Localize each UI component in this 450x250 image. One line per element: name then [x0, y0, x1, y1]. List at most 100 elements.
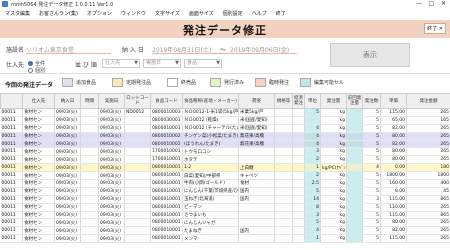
table-row[interactable]: 00011 食材セン 09/03(火) 09/03(火) 0800010001 牛肉(小間… — [0, 179, 450, 188]
table-cell[interactable] — [346, 155, 363, 165]
menu-exit[interactable]: 終了 — [276, 10, 286, 17]
table-cell: 00011 — [0, 147, 23, 157]
radio-all[interactable]: 全件 — [28, 60, 45, 67]
table-row[interactable]: 00011 食材セン 09/03(火) 09/03(火) 1700010001 トウモロコ… — [0, 147, 450, 157]
table-row[interactable]: 00011 食材セン 09/03(火) 09/03(火) 0800010002 チンゲン菜… — [0, 132, 450, 141]
table-cell — [238, 203, 275, 212]
table-cell[interactable] — [346, 132, 363, 141]
table-row[interactable]: 00011 食材セン 09/03(火) 09/03(火) 0800010001 ピーマン 8… — [0, 203, 450, 212]
table-cell[interactable]: 1 — [304, 163, 321, 173]
table-cell[interactable]: 4 — [304, 226, 321, 236]
table-row[interactable]: 00011 食材セン 09/03(火) 09/03(火) 0800010001 ＮＤ001… — [0, 124, 450, 133]
minimize-button[interactable]: — — [416, 0, 422, 8]
col-econ-order[interactable]: 経済発注 — [292, 93, 305, 109]
table-cell[interactable] — [304, 116, 321, 125]
menu-individual-settings[interactable]: 個別設定 — [223, 10, 243, 17]
table-cell — [274, 132, 293, 141]
table-cell[interactable] — [346, 124, 363, 133]
col-unit[interactable]: 単位 — [304, 93, 321, 109]
col-order-qty[interactable]: 発注量 — [320, 93, 347, 109]
table-cell: 09/03(火) — [98, 203, 125, 212]
table-cell: 265 — [406, 155, 450, 165]
table-cell[interactable]: 5 — [304, 108, 321, 117]
show-button[interactable]: 表示 — [330, 43, 410, 67]
menu-screen-size[interactable]: 画面サイズ — [189, 10, 214, 17]
table-cell[interactable]: 8 — [304, 203, 321, 212]
table-cell[interactable] — [346, 195, 363, 204]
table-cell[interactable]: 5 — [304, 218, 321, 228]
table-cell[interactable] — [346, 226, 363, 236]
table-row[interactable]: 00011 食材セン 09/03(火) 09/03(火) 0800010001 さつまいも… — [0, 211, 450, 220]
col-delivery-date[interactable]: 納入日 — [54, 93, 81, 109]
col-supplier[interactable]: 仕入先 — [22, 93, 55, 109]
menu-customer[interactable]: お客さんラン(集) — [39, 10, 78, 17]
table-cell[interactable] — [346, 218, 363, 228]
table-row[interactable]: 00011 食材セン 09/03(火) 09/03(火) 0800010001 メンマ 1 k… — [0, 234, 450, 244]
table-cell[interactable] — [346, 140, 363, 149]
table-cell[interactable] — [346, 187, 363, 196]
table-cell: 180 — [406, 163, 450, 173]
table-cell — [238, 211, 275, 220]
col-food-name[interactable]: 食品略称(産地・メーカー) — [182, 93, 239, 109]
col-prev-qty[interactable]: 前回発注量 — [346, 93, 363, 109]
table-cell[interactable]: 3 — [304, 147, 321, 157]
sort2-combo[interactable]: 実施日 ▼ — [143, 59, 181, 68]
table-cell[interactable] — [346, 163, 363, 173]
menu-master-edit[interactable]: マスタ編集 — [5, 10, 30, 17]
table-row[interactable]: 00011 食材セン 09/03(火) 09/03(火) 0800010002 (ほうれん… — [0, 140, 450, 149]
legend-item-discontinued: 終売品 — [167, 78, 196, 87]
table-row[interactable]: 00011 食材セン 09/03(火) 09/03(火) 0800010001 にんじんジ… — [0, 218, 450, 228]
table-row[interactable]: 00011 食材セン 09/03(火) 09/03(火) 0800010001 たまねぎ国… — [0, 226, 450, 236]
order-grid[interactable]: 仕入先 納入日 時間 実施日 ロットコード 食品コード 食品略称(産地・メーカー… — [0, 93, 450, 250]
menu-window[interactable]: ウィンドウ — [121, 10, 146, 17]
menu-font-size[interactable]: 文字サイズ — [155, 10, 180, 17]
table-cell[interactable] — [346, 147, 363, 157]
col-food-code[interactable]: 食品コード — [150, 93, 183, 109]
menu-help[interactable]: ヘルプ — [252, 10, 267, 17]
table-cell[interactable] — [346, 203, 363, 212]
table-cell[interactable] — [346, 116, 363, 125]
table-body: 00011 食材セン 09/03(火) 09/03(火) ND0012 080001000… — [0, 108, 450, 244]
table-cell[interactable] — [346, 171, 363, 181]
sort3-combo[interactable]: 食品 ▼ — [184, 59, 222, 68]
table-row[interactable]: 00011 食材セン 09/03(火) 09/03(火) 0800030001 ＮＤ001… — [0, 116, 450, 125]
table-cell[interactable]: 2 — [304, 171, 321, 181]
table-row[interactable]: 00011 食材セン 09/03(火) 09/03(火) ND0012 080001000… — [0, 108, 450, 117]
col-no[interactable] — [0, 93, 23, 109]
table-cell — [292, 124, 305, 133]
table-cell[interactable]: 14 — [304, 195, 321, 204]
table-cell[interactable]: 4 — [304, 132, 321, 141]
table-row[interactable]: 00011 食材セン 09/03(火) 09/03(火) 1700010001 ホタテ 2 k… — [0, 155, 450, 165]
table-cell — [124, 218, 151, 228]
table-row[interactable]: 00011 食材セン 09/03(火) 09/03(火) 0800010001 にんじん(… — [0, 187, 450, 196]
table-cell[interactable] — [346, 234, 363, 244]
table-cell[interactable]: 5 — [304, 187, 321, 196]
col-unit-price[interactable]: 単価 — [380, 93, 407, 109]
table-cell[interactable]: 3 — [304, 211, 321, 220]
col-time[interactable]: 時間 — [80, 93, 99, 109]
table-cell: 865 — [406, 211, 450, 220]
exit-button[interactable]: 終了 ✕ — [424, 23, 446, 34]
table-cell[interactable]: 4 — [304, 124, 321, 133]
table-cell[interactable]: 2 — [304, 155, 321, 165]
col-impl-date[interactable]: 実施日 — [98, 93, 125, 109]
menu-options[interactable]: オプション — [87, 10, 112, 17]
table-row[interactable]: 00011 食材セン 09/03(火) 09/03(火) 0800010001 白菜(愛知… — [0, 171, 450, 181]
col-lot-code[interactable]: ロットコード — [124, 93, 151, 109]
table-row[interactable]: 00011 食材セン 09/03(火) 09/03(火) 0800010001 玉ねぎ(北… — [0, 195, 450, 204]
col-order-count[interactable]: 発注数 — [362, 93, 381, 109]
table-cell: 09/03(火) — [98, 108, 125, 117]
table-cell[interactable] — [346, 179, 363, 188]
close-window-button[interactable]: ✕ — [441, 0, 446, 8]
table-cell[interactable] — [346, 108, 363, 117]
table-cell[interactable]: 1 — [304, 234, 321, 244]
table-cell[interactable]: 4 — [304, 140, 321, 149]
col-packing[interactable]: 荷姿 — [238, 93, 275, 109]
col-amount[interactable]: 発注金額 — [406, 93, 450, 109]
table-row[interactable]: 00011 食材セン 09/03(火) 09/03(火) 0800010001 1 2 上白… — [0, 163, 450, 173]
table-cell[interactable]: 2.5 — [304, 179, 321, 188]
table-cell[interactable] — [346, 211, 363, 220]
col-spec[interactable]: 規格等 — [274, 93, 293, 109]
maximize-button[interactable]: □ — [428, 0, 434, 8]
sort1-combo[interactable]: 仕入先 ▼ — [102, 59, 140, 68]
